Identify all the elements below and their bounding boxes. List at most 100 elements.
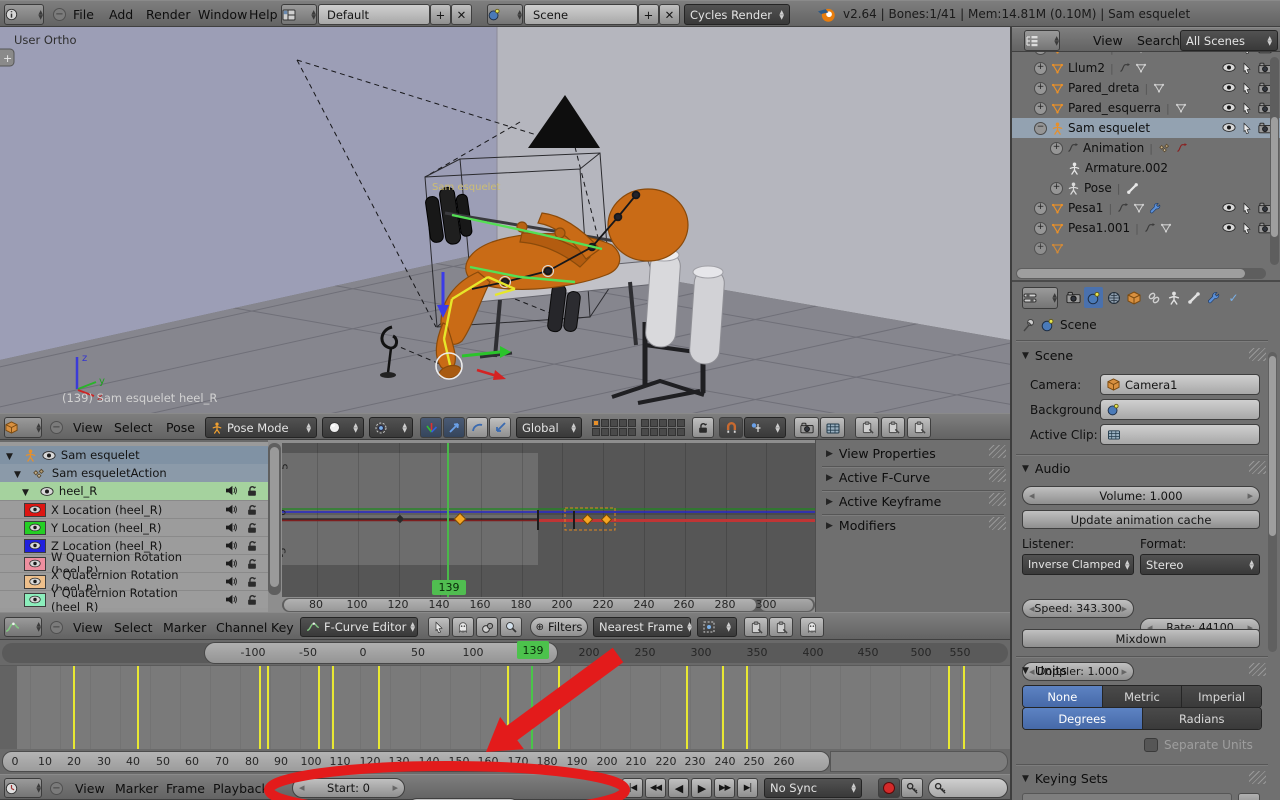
collapse-menus-icon[interactable]: [53, 8, 66, 21]
cursor-icon[interactable]: [1241, 122, 1253, 135]
play-reverse-button[interactable]: ◀: [668, 778, 689, 798]
scene-background-field[interactable]: [1100, 399, 1260, 420]
outliner-scope-dropdown[interactable]: All Scenes: [1180, 30, 1278, 51]
vp-menu-view[interactable]: View: [70, 420, 106, 435]
keyframe-marker[interactable]: [259, 666, 261, 749]
current-frame-line[interactable]: [531, 666, 533, 749]
expand-icon[interactable]: [1034, 101, 1047, 115]
ge-menu-view[interactable]: View: [70, 620, 106, 635]
auto-zoom-button[interactable]: [500, 617, 522, 637]
lock-open-icon[interactable]: [246, 485, 258, 497]
mixdown-button[interactable]: Mixdown: [1022, 629, 1260, 648]
expand-icon[interactable]: [1050, 141, 1063, 155]
graph-h-scrollbar[interactable]: 80 100 120 140 160 180 200 220 240 260 2…: [282, 598, 815, 612]
graph-v-scrollbar[interactable]: [268, 443, 281, 595]
channel-row-yrot[interactable]: Y Quaternion Rotation (heel_R): [0, 586, 268, 614]
update-animation-cache-button[interactable]: Update animation cache: [1022, 510, 1260, 529]
cursor-icon[interactable]: [1241, 62, 1253, 75]
outliner-item-pared-dreta[interactable]: Pared_dreta|: [1012, 78, 1280, 98]
expand-icon[interactable]: [1050, 181, 1063, 195]
panel-keying-sets-header[interactable]: Keying Sets: [1022, 771, 1108, 786]
cursor-select-button[interactable]: [428, 617, 450, 637]
tab-constraints[interactable]: [1144, 287, 1163, 308]
render-opengl-anim-button[interactable]: [820, 417, 845, 438]
channel-row-action[interactable]: Sam esqueletAction: [0, 464, 268, 482]
audio-channels-dropdown[interactable]: Stereo: [1140, 554, 1260, 575]
keyframe-marker[interactable]: [332, 666, 334, 749]
cursor-icon[interactable]: [1241, 222, 1253, 235]
timeline-ruler[interactable]: 0 10 20 30 40 50 60 70 80 90 100 110 120…: [0, 749, 1010, 774]
panel-view-properties[interactable]: View Properties: [826, 446, 936, 461]
snap-toggle-button[interactable]: [719, 417, 743, 438]
distance-model-dropdown[interactable]: Inverse Clamped: [1022, 554, 1134, 575]
outliner-tree[interactable]: Camera1 Llum1|: [1012, 27, 1280, 268]
timeline-band[interactable]: [0, 666, 1010, 749]
speaker-icon[interactable]: [225, 558, 238, 569]
outliner-h-scrollbar[interactable]: [1016, 268, 1266, 279]
auto-keyframe-record-button[interactable]: [878, 778, 900, 798]
eye-icon[interactable]: [40, 486, 54, 497]
pivot-point-dropdown[interactable]: [369, 417, 413, 438]
menu-file[interactable]: File: [70, 7, 97, 22]
viewport-3d[interactable]: z y x Sam esquelet User Ortho (139) Sam …: [0, 27, 1010, 413]
panel-modifiers[interactable]: Modifiers: [826, 518, 896, 533]
keyframe-marker[interactable]: [507, 666, 509, 749]
outliner-item-partial[interactable]: [1012, 238, 1280, 258]
speed-of-sound-slider[interactable]: Speed: 343.300: [1022, 599, 1134, 618]
keyframe-marker[interactable]: [948, 666, 950, 749]
keyframe-marker[interactable]: [73, 666, 75, 749]
degrees-button[interactable]: Degrees: [1023, 708, 1143, 729]
keyframe-marker[interactable]: [378, 666, 380, 749]
jump-to-end-button[interactable]: ▶|: [737, 778, 758, 798]
eye-icon[interactable]: [42, 450, 56, 461]
lock-to-scene-button[interactable]: [692, 417, 714, 438]
separate-units-checkbox[interactable]: [1144, 738, 1158, 752]
timeline-range-scrollbar[interactable]: -100 -50 0 50 100 150 200 250 300 350 40…: [0, 640, 1010, 666]
copy-keyframes-button[interactable]: [744, 617, 768, 637]
outliner-item-pose[interactable]: Pose|: [1012, 178, 1280, 198]
speaker-icon[interactable]: [225, 485, 238, 496]
eye-icon[interactable]: [29, 541, 41, 550]
expand-icon[interactable]: [1034, 81, 1047, 95]
speaker-icon[interactable]: [225, 522, 238, 533]
screen-layout-name-field[interactable]: Default: [318, 4, 430, 25]
manipulator-toggle-group[interactable]: [420, 417, 511, 438]
channel-row-group[interactable]: heel_R: [0, 482, 268, 500]
expand-icon[interactable]: [1034, 201, 1047, 215]
outliner-item-llum2[interactable]: Llum2|: [1012, 58, 1280, 78]
auto-keying-mode-button[interactable]: [901, 778, 923, 798]
expand-icon[interactable]: [1034, 221, 1047, 235]
screen-layout-browse-button[interactable]: [281, 4, 317, 25]
tab-object[interactable]: [1124, 287, 1143, 308]
normalize-button[interactable]: [476, 617, 498, 637]
eye-icon[interactable]: [29, 559, 41, 568]
pose-copy-paste-group[interactable]: [855, 417, 931, 438]
scene-delete-button[interactable]: ✕: [659, 4, 680, 25]
eye-icon[interactable]: [29, 595, 41, 604]
screen-layout-delete-button[interactable]: ✕: [451, 4, 472, 25]
eye-icon[interactable]: [1222, 82, 1236, 93]
pin-icon[interactable]: [1022, 318, 1036, 332]
scene-add-button[interactable]: +: [638, 4, 659, 25]
eye-icon[interactable]: [1222, 122, 1236, 133]
eye-icon[interactable]: [1222, 62, 1236, 73]
panel-active-keyframe[interactable]: Active Keyframe: [826, 494, 941, 509]
transform-orientation-dropdown[interactable]: Global: [516, 417, 582, 438]
keyframe-marker[interactable]: [558, 666, 560, 749]
render-opengl-button[interactable]: [794, 417, 819, 438]
tl-menu-playback[interactable]: Playback: [210, 781, 272, 796]
outliner-item-pared-esquerra[interactable]: Pared_esquerra|: [1012, 98, 1280, 118]
keyframe-marker[interactable]: [137, 666, 139, 749]
outliner-item-sam-esquelet[interactable]: Sam esquelet: [1012, 118, 1280, 138]
jump-to-start-button[interactable]: |◀: [622, 778, 643, 798]
editor-type-info-button[interactable]: [4, 4, 44, 25]
ge-menu-key[interactable]: Key: [268, 620, 297, 635]
tl-menu-view[interactable]: View: [72, 781, 108, 796]
tl-menu-frame[interactable]: Frame: [163, 781, 208, 796]
snap-element-dropdown[interactable]: [744, 417, 786, 438]
panel-active-fcurve[interactable]: Active F-Curve: [826, 470, 930, 485]
vp-menu-pose[interactable]: Pose: [163, 420, 198, 435]
scene-name-field[interactable]: Scene: [524, 4, 638, 25]
eye-icon[interactable]: [1222, 202, 1236, 213]
outliner-item-pesa1-001[interactable]: Pesa1.001|: [1012, 218, 1280, 238]
